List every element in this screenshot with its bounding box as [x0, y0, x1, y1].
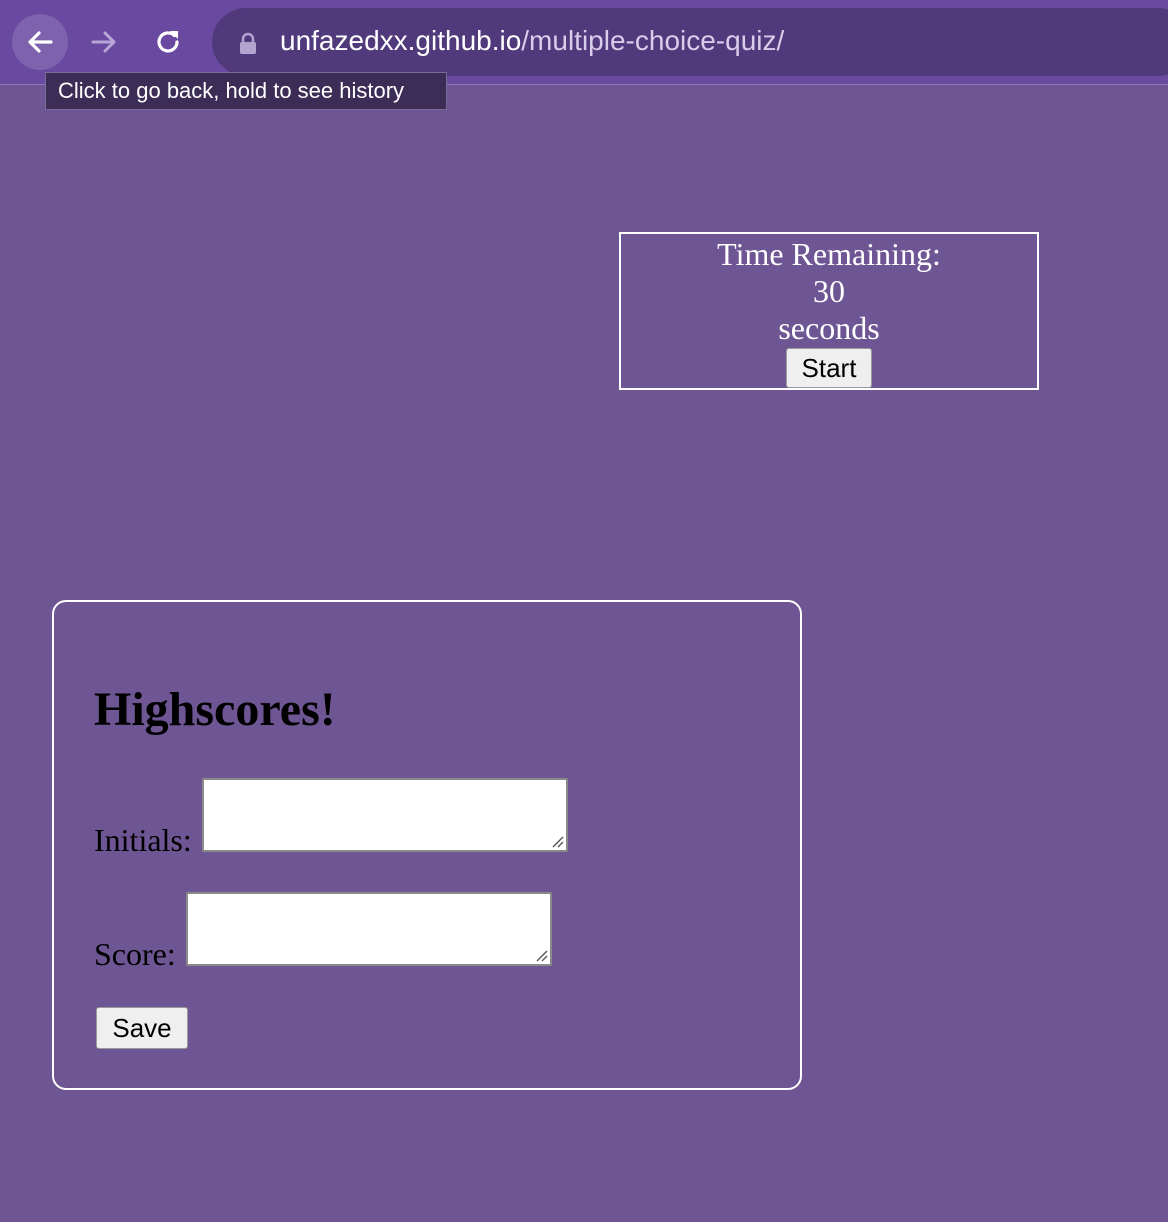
score-field[interactable]	[186, 892, 552, 966]
reload-button[interactable]	[140, 14, 196, 70]
lock-icon	[240, 32, 256, 54]
save-button[interactable]: Save	[96, 1007, 188, 1049]
reload-icon	[157, 31, 179, 53]
back-button[interactable]	[12, 14, 68, 70]
resize-grip-icon[interactable]	[534, 948, 548, 962]
highscores-card: Highscores! Initials: Score: Save	[52, 600, 802, 1090]
score-label: Score:	[94, 936, 176, 972]
forward-arrow-icon	[91, 31, 116, 53]
initials-label: Initials:	[94, 822, 192, 858]
url-text: unfazedxx.github.io/multiple-choice-quiz…	[280, 25, 784, 57]
resize-grip-icon[interactable]	[550, 834, 564, 848]
url-path: /multiple-choice-quiz/	[521, 25, 785, 56]
address-bar[interactable]: unfazedxx.github.io/multiple-choice-quiz…	[212, 8, 1168, 76]
timer-unit: seconds	[778, 310, 880, 346]
back-button-tooltip: Click to go back, hold to see history	[45, 72, 447, 110]
highscores-title: Highscores!	[94, 683, 336, 736]
initials-field[interactable]	[202, 778, 568, 852]
timer-value: 30	[813, 273, 845, 309]
url-host: unfazedxx.github.io	[280, 25, 522, 56]
timer-label: Time Remaining:	[717, 236, 941, 272]
start-button[interactable]: Start	[786, 348, 872, 388]
forward-button[interactable]	[76, 14, 132, 70]
timer-panel: Time Remaining: 30 seconds Start	[619, 232, 1039, 390]
back-arrow-icon	[28, 31, 53, 53]
